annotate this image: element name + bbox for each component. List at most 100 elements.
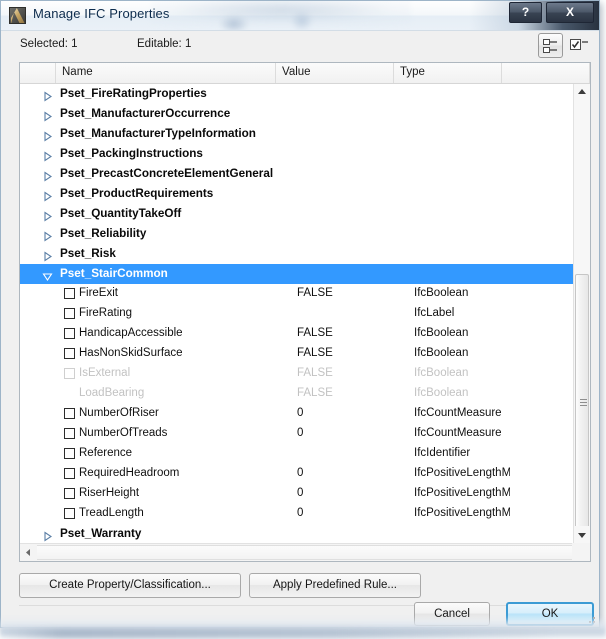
horizontal-scrollbar-track[interactable]	[37, 545, 573, 560]
expand-triangle-icon[interactable]	[42, 129, 53, 142]
property-row[interactable]: FireExit FALSE IfcBoolean	[20, 284, 573, 304]
column-header-value[interactable]: Value	[276, 63, 394, 83]
property-row[interactable]: TreadLength 0 IfcPositiveLengthMea	[20, 504, 573, 524]
row-name-cell: Pset_Reliability	[60, 227, 147, 240]
property-checkbox[interactable]	[64, 448, 75, 459]
property-set-row[interactable]: Pset_ManufacturerTypeInformation	[20, 124, 573, 144]
row-type-cell: IfcPositiveLengthMea	[414, 467, 510, 479]
property-set-row[interactable]: Pset_Warranty	[20, 524, 573, 543]
row-value-cell[interactable]: FALSE	[297, 327, 333, 339]
property-checkbox[interactable]	[64, 328, 75, 339]
titlebar-glass-highlight	[151, 1, 411, 25]
selected-count-label: Selected: 1	[20, 38, 78, 50]
row-name-cell: Pset_PrecastConcreteElementGeneral	[60, 167, 274, 180]
column-header-name[interactable]: Name	[56, 63, 276, 83]
close-button[interactable]: X	[546, 2, 594, 23]
property-set-row[interactable]: Pset_PackingInstructions	[20, 144, 573, 164]
app-icon	[9, 7, 26, 24]
property-set-row[interactable]: Pset_StairCommon	[20, 264, 573, 284]
expand-triangle-icon[interactable]	[42, 249, 53, 262]
horizontal-scrollbar[interactable]	[20, 543, 590, 561]
row-name-cell: FireExit	[79, 287, 118, 299]
tree-view-icon[interactable]	[538, 33, 563, 58]
property-row[interactable]: HasNonSkidSurface FALSE IfcBoolean	[20, 344, 573, 364]
scrollbar-grip-icon	[580, 399, 587, 407]
row-value-cell[interactable]: FALSE	[297, 347, 333, 359]
property-set-row[interactable]: Pset_ManufacturerOccurrence	[20, 104, 573, 124]
property-row[interactable]: NumberOfRiser 0 IfcCountMeasure	[20, 404, 573, 424]
property-row[interactable]: FireRating IfcLabel	[20, 304, 573, 324]
property-set-row[interactable]: Pset_QuantityTakeOff	[20, 204, 573, 224]
property-checkbox[interactable]	[64, 348, 75, 359]
row-value-cell[interactable]: FALSE	[297, 287, 333, 299]
property-set-row[interactable]: Pset_ProductRequirements	[20, 184, 573, 204]
titlebar-glass-spot-b	[291, 11, 313, 30]
property-row[interactable]: RequiredHeadroom 0 IfcPositiveLengthMea	[20, 464, 573, 484]
expand-triangle-icon[interactable]	[42, 149, 53, 162]
scroll-up-arrow-icon[interactable]	[574, 84, 590, 101]
collapse-triangle-icon[interactable]	[42, 269, 53, 281]
row-name-cell: RiserHeight	[79, 487, 140, 499]
row-name-cell: Pset_ManufacturerTypeInformation	[60, 127, 256, 140]
scroll-down-arrow-icon[interactable]	[574, 526, 590, 543]
expand-triangle-icon[interactable]	[42, 189, 53, 202]
title-bar[interactable]: Manage IFC Properties ? X	[1, 1, 599, 31]
property-row[interactable]: HandicapAccessible FALSE IfcBoolean	[20, 324, 573, 344]
row-value-cell[interactable]: 0	[297, 407, 303, 419]
row-name-cell: Pset_StairCommon	[60, 267, 168, 280]
column-header-row: Name Value Type	[20, 63, 590, 84]
property-checkbox[interactable]	[64, 508, 75, 519]
row-name-cell: Pset_QuantityTakeOff	[60, 207, 182, 220]
checkbox-toggle-icon[interactable]	[570, 38, 590, 52]
row-type-cell: IfcLabel	[414, 307, 455, 319]
vertical-scrollbar[interactable]	[573, 84, 590, 543]
manage-ifc-properties-dialog: Manage IFC Properties ? X Selected: 1 Ed…	[0, 0, 600, 628]
row-name-cell: IsExternal	[79, 367, 131, 379]
property-checkbox[interactable]	[64, 488, 75, 499]
property-row[interactable]: NumberOfTreads 0 IfcCountMeasure	[20, 424, 573, 444]
expand-triangle-icon[interactable]	[42, 109, 53, 122]
property-row[interactable]: RiserHeight 0 IfcPositiveLengthMea	[20, 484, 573, 504]
property-checkbox[interactable]	[64, 308, 75, 319]
property-checkbox[interactable]	[64, 288, 75, 299]
scroll-left-arrow-icon[interactable]	[20, 544, 37, 561]
property-checkbox[interactable]	[64, 408, 75, 419]
row-name-cell: RequiredHeadroom	[79, 467, 180, 479]
scrollbar-corner	[572, 543, 590, 561]
row-value-cell[interactable]: 0	[297, 467, 303, 479]
help-button[interactable]: ?	[509, 2, 542, 23]
column-header-gutter[interactable]	[20, 63, 56, 83]
property-checkbox[interactable]	[64, 428, 75, 439]
property-checkbox[interactable]	[64, 468, 75, 479]
property-set-row[interactable]: Pset_Risk	[20, 244, 573, 264]
apply-predefined-rule-button[interactable]: Apply Predefined Rule...	[249, 573, 421, 598]
column-header-filler	[502, 63, 590, 83]
row-type-cell: IfcBoolean	[414, 327, 469, 339]
expand-triangle-icon[interactable]	[42, 169, 53, 182]
row-name-cell: Pset_ManufacturerOccurrence	[60, 107, 231, 120]
property-set-row[interactable]: Pset_PrecastConcreteElementGeneral	[20, 164, 573, 184]
tree-rows-viewport[interactable]: Pset_FireRatingProperties Pset_Manufactur…	[20, 84, 573, 543]
row-value-cell[interactable]: 0	[297, 427, 303, 439]
expand-triangle-icon[interactable]	[42, 229, 53, 242]
expand-triangle-icon[interactable]	[42, 89, 53, 102]
row-type-cell: IfcBoolean	[414, 387, 469, 399]
property-set-row[interactable]: Pset_Reliability	[20, 224, 573, 244]
expand-triangle-icon[interactable]	[42, 529, 53, 542]
row-name-cell: Pset_Risk	[60, 247, 116, 260]
row-value-cell[interactable]: 0	[297, 487, 303, 499]
expand-triangle-icon[interactable]	[42, 209, 53, 222]
row-name-cell: LoadBearing	[79, 387, 145, 399]
row-value-cell[interactable]: 0	[297, 507, 303, 519]
property-set-row[interactable]: Pset_FireRatingProperties	[20, 84, 573, 104]
column-header-type[interactable]: Type	[394, 63, 502, 83]
create-property-classification-button[interactable]: Create Property/Classification...	[19, 573, 241, 598]
property-row[interactable]: Reference IfcIdentifier	[20, 444, 573, 464]
row-type-cell: IfcCountMeasure	[414, 427, 502, 439]
properties-tree-panel: Name Value Type Pset_FireRatingPropertie…	[19, 62, 591, 562]
row-name-cell: HandicapAccessible	[79, 327, 183, 339]
vertical-scrollbar-thumb[interactable]	[575, 274, 589, 532]
property-row[interactable]: IsExternal FALSE IfcBoolean	[20, 364, 573, 384]
row-name-cell: Pset_Warranty	[60, 527, 142, 540]
property-row[interactable]: LoadBearing FALSE IfcBoolean	[20, 384, 573, 404]
